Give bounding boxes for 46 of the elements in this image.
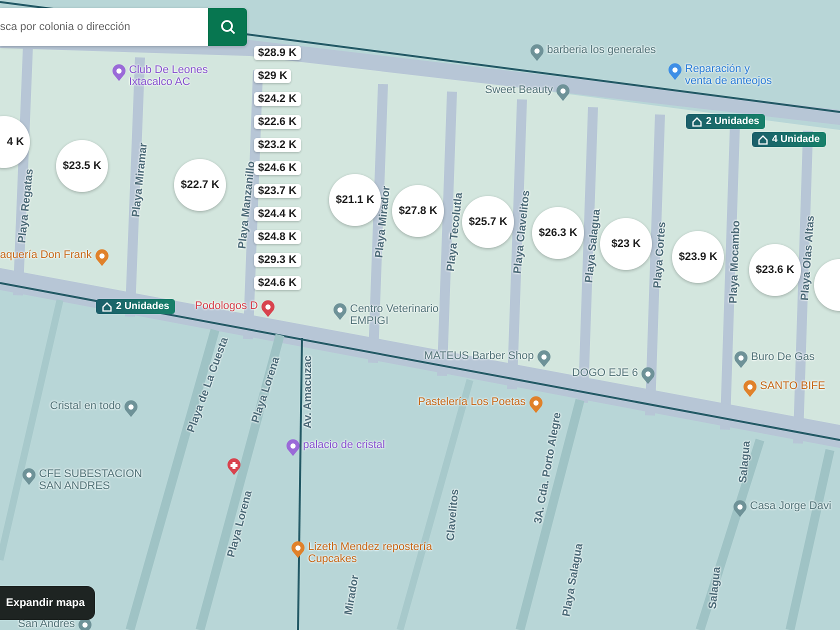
street-label: Playa Regatas [16,168,36,244]
price-tag[interactable]: $28.9 K [254,46,301,60]
place-label[interactable]: Buro De Gas [751,351,815,363]
price-tag[interactable]: $29.3 K [254,253,301,267]
search-icon [220,19,236,35]
map-pin-icon[interactable] [78,618,92,630]
street-label: 3A. Cda. Porto Alegre [532,411,564,525]
map-pin-icon[interactable] [286,439,300,456]
search-field[interactable]: sca por colonia o dirección [0,8,208,46]
units-tag[interactable]: 2 Unidades [96,299,176,314]
street-label: Salagua [737,440,753,484]
price-tag[interactable]: $22.6 K [254,115,301,129]
price-tag[interactable]: $24.4 K [254,207,301,221]
price-tag[interactable]: $24.6 K [254,161,301,175]
price-tag[interactable]: $23.7 K [254,184,301,198]
street-label: Playa Lorena [225,489,255,559]
price-tag[interactable]: $24.2 K [254,92,301,106]
street-label: Playa Salagua [560,542,586,618]
street-label: Playa Miramar [130,142,150,218]
street-label: Av. Amacuzac [302,356,314,428]
street-label: Playa Mocambo [728,220,742,304]
place-label[interactable]: Sweet Beauty [485,84,553,96]
search-button[interactable] [208,8,247,46]
place-label[interactable]: DOGO EJE 6 [572,367,638,379]
street-label: Playa Salagua [583,208,603,284]
place-label[interactable]: Centro Veterinario EMPIGI [350,303,439,327]
street-label: Playa Cortes [652,221,668,289]
hospital-pin-icon[interactable] [227,458,241,475]
price-tag[interactable]: $24.8 K [254,230,301,244]
house-icon [102,302,112,312]
house-icon [758,134,768,144]
price-tag[interactable]: $23.2 K [254,138,301,152]
expand-map-button[interactable]: Expandir mapa [0,586,95,620]
units-tag[interactable]: 2 Unidades [686,114,766,129]
units-tag[interactable]: 4 Unidade [752,132,826,147]
house-icon [692,116,702,126]
street-label: Playa Clavelitos [512,190,532,274]
place-label[interactable]: Club De Leones Ixtacalco AC [129,64,208,88]
price-tag[interactable]: $24.6 K [254,276,301,290]
street-label: Playa Lorena [250,356,282,424]
street-label: Mirador [342,574,362,616]
price-tag[interactable]: $29 K [254,69,292,83]
place-label[interactable]: MATEUS Barber Shop [424,350,534,362]
street-label: Playa Olas Altas [799,215,817,301]
street-label: Salagua [706,566,724,610]
street-label: Clavelitos [444,488,462,542]
